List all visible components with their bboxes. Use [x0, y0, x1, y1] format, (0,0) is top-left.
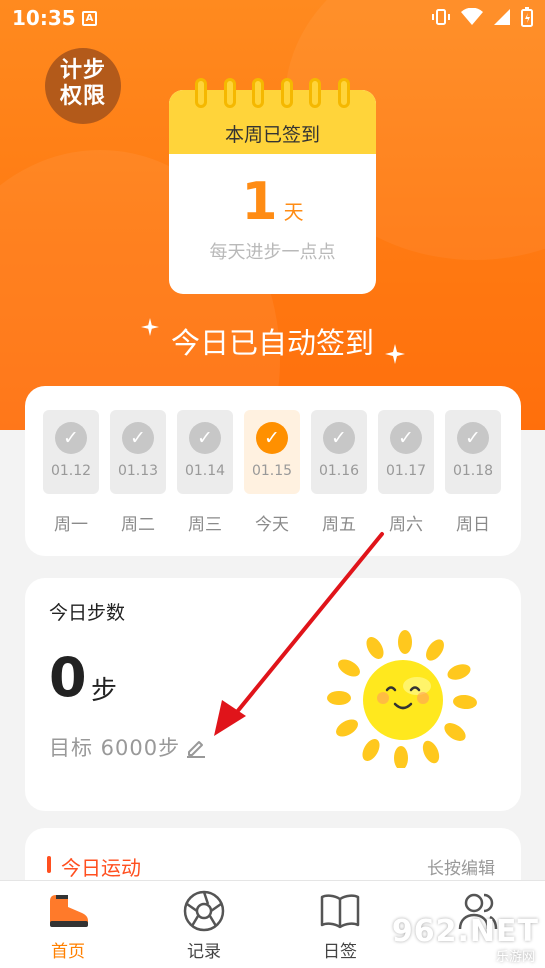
step-permission-button[interactable]: 计步 权限 — [45, 48, 121, 124]
checkin-unit: 天 — [283, 200, 304, 224]
tab-label: 日签 — [323, 942, 357, 962]
check-icon: ✓ — [189, 422, 221, 454]
notification-icon: A — [82, 11, 97, 26]
activity-title: 今日运动 — [61, 856, 141, 880]
weekday-label: 今天 — [255, 515, 289, 535]
weekday-label: 周三 — [188, 515, 222, 535]
status-bar: 10:35 A — [0, 0, 545, 38]
steps-unit: 步 — [91, 676, 118, 706]
check-icon: ✓ — [457, 422, 489, 454]
steps-count: 0 — [49, 646, 87, 709]
perm-label-1: 计步 — [59, 58, 106, 83]
check-icon: ✓ — [390, 422, 422, 454]
check-icon: ✓ — [323, 422, 355, 454]
section-marker — [47, 856, 51, 873]
sun-mascot-icon — [327, 630, 477, 768]
check-icon: ✓ — [256, 422, 288, 454]
week-checkin-card: ✓ 01.12 ✓ 01.13 ✓ 01.14 ✓ 01.15 ✓ 01.16 ✓ 01.1… — [25, 386, 521, 556]
vibrate-icon — [432, 9, 450, 25]
steps-title: 今日步数 — [49, 602, 126, 624]
status-time: 10:35 — [12, 6, 76, 30]
calendar-rings — [169, 78, 376, 108]
long-press-edit-hint: 长按编辑 — [427, 859, 495, 879]
weekday-label: 周一 — [54, 515, 88, 535]
weekday-label: 周五 — [322, 515, 356, 535]
day-checkin-item-today[interactable]: ✓ 01.15 — [244, 410, 300, 494]
tab-records[interactable]: 记录 — [154, 881, 254, 968]
tab-daily-card[interactable]: 日签 — [290, 881, 390, 968]
shoe-icon — [50, 895, 88, 927]
calendar-subtitle: 每天进步一点点 — [209, 242, 336, 263]
day-checkin-item[interactable]: ✓ 01.12 — [43, 410, 99, 494]
watermark-logo: 962.NET — [391, 914, 539, 949]
tab-home[interactable]: 首页 — [18, 881, 118, 968]
watermark-text: 乐游网 — [495, 950, 535, 965]
auto-signin-status: 今日已自动签到 — [170, 326, 374, 360]
signal-icon — [494, 9, 510, 25]
day-checkin-item[interactable]: ✓ 01.17 — [378, 410, 434, 494]
weekday-label: 周日 — [456, 515, 490, 535]
checkin-days: 1 — [241, 172, 278, 232]
edit-goal-icon[interactable] — [185, 736, 207, 758]
aperture-icon — [183, 890, 225, 932]
calendar-title: 本周已签到 — [224, 124, 320, 146]
day-checkin-item[interactable]: ✓ 01.14 — [177, 410, 233, 494]
tab-label: 首页 — [51, 942, 85, 962]
weekday-label: 周六 — [389, 515, 423, 535]
check-icon: ✓ — [122, 422, 154, 454]
day-checkin-item[interactable]: ✓ 01.18 — [445, 410, 501, 494]
book-icon — [320, 894, 360, 929]
battery-icon — [521, 7, 533, 27]
weekly-checkin-calendar: 本周已签到 1天 每天进步一点点 — [169, 90, 376, 294]
wifi-icon — [461, 8, 483, 25]
day-checkin-item[interactable]: ✓ 01.16 — [311, 410, 367, 494]
check-icon: ✓ — [55, 422, 87, 454]
tab-label: 记录 — [187, 942, 221, 962]
day-checkin-item[interactable]: ✓ 01.13 — [110, 410, 166, 494]
today-steps-card: 今日步数 0 步 目标 6000步 — [25, 578, 521, 811]
step-goal[interactable]: 目标 6000步 — [49, 732, 180, 762]
weekday-label: 周二 — [121, 515, 155, 535]
perm-label-2: 权限 — [59, 84, 106, 109]
